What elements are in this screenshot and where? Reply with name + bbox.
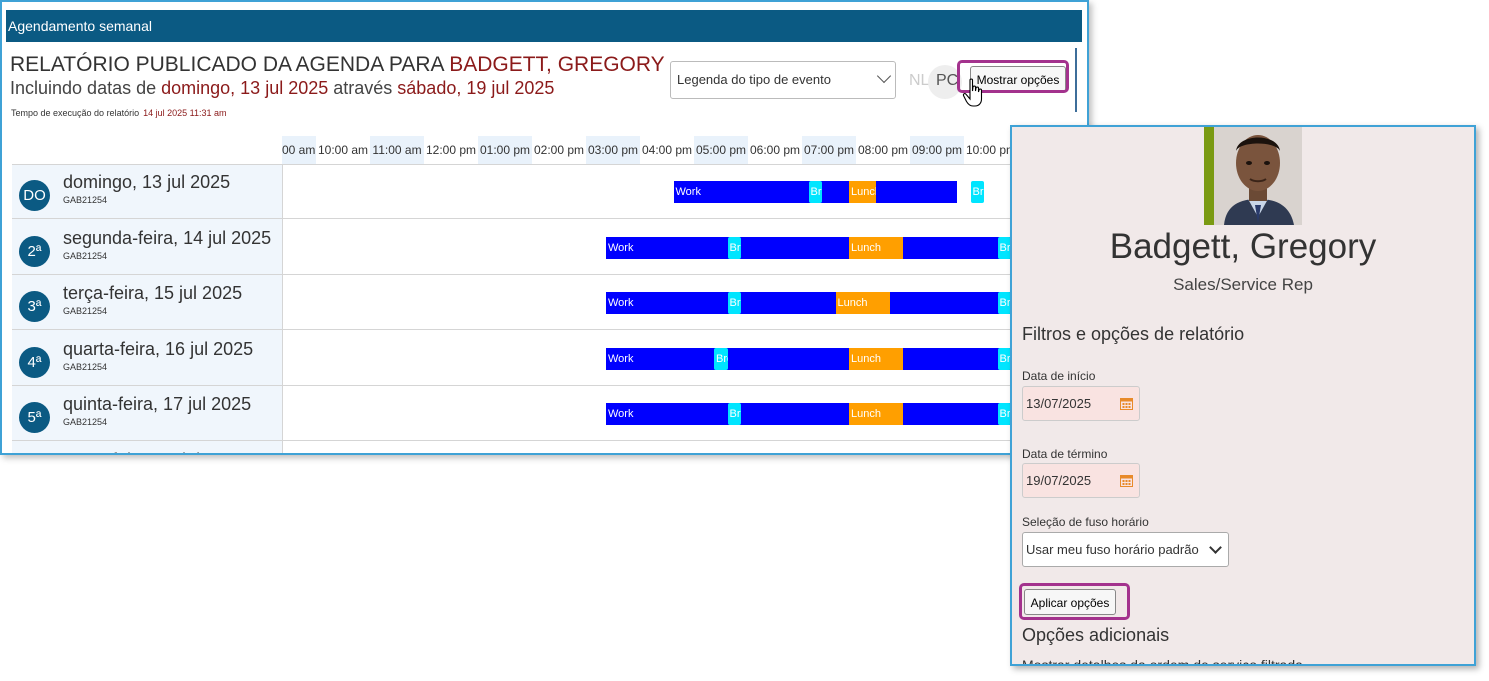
subtitle-start-date: domingo, 13 jul 2025 [161,78,329,98]
work-event-bar[interactable]: Work [606,292,1011,314]
end-date-label: Data de término [1022,447,1108,461]
window-title: Agendamento semanal [6,10,1082,42]
time-header: 00 am 10:00 am 11:00 am 12:00 pm 01:00 pm 02:… [282,136,1082,164]
person-role: Sales/Service Rep [1173,275,1313,294]
end-date-input[interactable]: 19/07/2025 [1022,463,1140,498]
employee-code: GAB21254 [63,306,108,316]
day-name: quarta-feira, 16 jul 2025 [63,338,254,359]
lunch-event-bar[interactable]: Lunch [849,181,876,203]
report-subtitle: Incluindo datas de domingo, 13 jul 2025 … [10,78,554,99]
break-event-bar[interactable]: Bre [714,347,728,370]
employee-code: GAB21254 [63,195,108,205]
work-event-bar[interactable]: Work [606,236,1011,259]
timezone-select[interactable]: Usar meu fuso horário padrão [1022,532,1229,567]
time-tick: 10:00 am [317,143,369,157]
day-row: sexta-feira, 18 jul 2025 [12,442,1082,454]
day-row: 2ª segunda-feira, 14 jul 2025 GAB21254 Work… [12,220,1082,275]
subtitle-mid: através [328,78,398,98]
time-tick: 04:00 pm [641,143,693,157]
day-row: 5ª quinta-feira, 17 jul 2025 GAB21254 Work B… [12,386,1082,441]
lunch-event-bar[interactable]: Lunch [835,292,890,314]
end-date-value: 19/07/2025 [1026,473,1092,488]
calendar-icon[interactable] [1120,474,1133,487]
day-badge: 5ª [19,402,50,433]
time-tick: 12:00 pm [425,143,477,157]
day-name: segunda-feira, 14 jul 2025 [63,227,272,248]
employee-code: GAB21254 [63,417,108,427]
break-event-bar[interactable]: Bre [997,347,1011,370]
day-name: sexta-feira, 18 jul 2025 [63,450,245,454]
time-tick: 11:00 am [370,136,424,164]
break-event-bar[interactable]: Bre [727,236,741,259]
day-badge: 3ª [19,291,50,322]
avatar [1204,127,1302,225]
day-badge: DO [19,180,50,211]
time-tick: 08:00 pm [857,143,909,157]
exec-value: 14 jul 2025 11:31 am [143,108,227,118]
day-badge: 2ª [19,235,50,267]
break-event-bar[interactable]: Bre [997,403,1011,425]
additional-options-title: Opções adicionais [1022,625,1170,645]
report-title: RELATÓRIO PUBLICADO DA AGENDA PARA BADGE… [10,53,665,77]
timezone-label: Seleção de fuso horário [1022,515,1149,529]
day-name: domingo, 13 jul 2025 [63,172,231,192]
subtitle-end-date: sábado, 19 jul 2025 [397,78,555,98]
legend-select-value: Legenda do tipo de evento [677,72,831,87]
day-row: 4ª quarta-feira, 16 jul 2025 GAB21254 Work B… [12,331,1082,386]
lunch-event-bar[interactable]: Lunch [849,347,903,370]
calendar-icon[interactable] [1120,397,1133,410]
break-event-bar[interactable]: Bre [808,181,822,203]
time-tick: 09:00 pm [910,136,964,164]
apply-options-highlight [1019,583,1130,620]
day-name: quinta-feira, 17 jul 2025 [63,394,252,414]
timezone-value: Usar meu fuso horário padrão [1026,542,1199,557]
filters-title: Filtros e opções de relatório [1022,324,1245,344]
report-title-name: BADGETT, GREGORY [449,53,665,76]
execution-time: Tempo de execução do relatório 14 jul 202… [11,108,227,118]
day-row: 3ª terça-feira, 15 jul 2025 GAB21254 Work Br… [12,275,1082,330]
time-tick: 00 am [282,136,316,164]
weekly-schedule-window: Agendamento semanal RELATÓRIO PUBLICADO … [0,0,1089,455]
time-tick: 02:00 pm [533,143,585,157]
break-event-bar[interactable]: Bre [727,403,741,425]
break-event-bar[interactable]: Bre [997,292,1011,314]
report-title-prefix: RELATÓRIO PUBLICADO DA AGENDA PARA [10,53,450,76]
event-type-legend-select[interactable]: Legenda do tipo de evento [670,61,896,99]
exec-label: Tempo de execução do relatório [11,108,140,118]
time-tick: 05:00 pm [694,136,748,164]
break-event-bar[interactable]: Bre [997,236,1011,259]
work-event-bar[interactable]: Work [606,403,1011,425]
break-event-bar[interactable]: Bre [970,181,984,203]
day-row: DOdomingo, 13 jul 2025GAB21254WorkBreLun… [12,164,1082,219]
chevron-down-icon [876,68,892,84]
employee-code: GAB21254 [63,361,108,372]
scrollbar[interactable] [1075,48,1077,112]
time-tick: 03:00 pm [586,136,640,164]
nl-toggle[interactable]: NL [909,72,929,90]
person-name: Badgett, Gregory [1109,227,1377,266]
start-date-input[interactable]: 13/07/2025 [1022,386,1140,421]
hand-cursor-icon [962,78,983,107]
lunch-event-bar[interactable]: Lunch [849,403,903,425]
chevron-down-icon [1209,541,1222,554]
break-event-bar[interactable]: Bre [727,292,741,314]
work-event-bar[interactable]: Work [606,347,1011,370]
employee-code: GAB21254 [63,250,108,261]
day-name: terça-feira, 15 jul 2025 [63,283,243,303]
additional-option-text: Mostrar detalhes da ordem de serviço fil… [1022,657,1303,666]
subtitle-prefix: Incluindo datas de [10,78,162,98]
time-tick: 07:00 pm [802,136,856,164]
day-badge: 4ª [19,346,50,378]
start-date-value: 13/07/2025 [1026,396,1092,411]
start-date-label: Data de início [1022,369,1096,383]
time-tick: 01:00 pm [478,136,532,164]
options-panel: Badgett, Gregory Sales/Service Rep Filtr… [1010,125,1476,666]
time-tick: 06:00 pm [749,143,801,157]
pc-toggle[interactable]: PC [936,72,958,90]
lunch-event-bar[interactable]: Lunch [849,236,903,259]
